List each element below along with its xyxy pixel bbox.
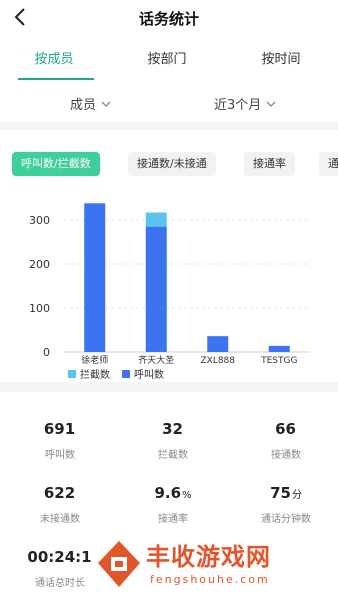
stat-unit: 分 <box>291 490 302 501</box>
chevron-down-icon <box>266 101 276 107</box>
watermark: 丰收游戏网 fengshouhe.com <box>92 533 338 600</box>
stat-value: 691 <box>43 420 76 438</box>
chip-more[interactable]: 通 <box>319 152 338 176</box>
bar-calls <box>84 203 106 352</box>
range-filter-label: 近3个月 <box>214 98 262 113</box>
stat-label: 通话分钟数 <box>261 514 311 525</box>
stat-call-minutes: 75分 通话分钟数 <box>231 484 338 525</box>
chart-card: 呼叫数/拦截数 接通数/未接通 接通率 通 0 100 200 300 徐老师 齐天大圣 Z… <box>0 130 338 382</box>
bar-calls <box>145 226 167 352</box>
bar-chart: 0 100 200 300 徐老师 齐天大圣 ZXL888 TESTGG 拦截数 呼叫数 <box>29 203 310 381</box>
watermark-logo <box>98 541 140 587</box>
tab-by-member[interactable]: 按成员 <box>9 48 99 67</box>
stat-value: 66 <box>275 420 296 438</box>
chip-calls-intercepts[interactable]: 呼叫数/拦截数 <box>12 152 100 176</box>
x-tick-label: TESTGG <box>260 356 297 366</box>
watermark-text: 丰收游戏网 <box>146 543 271 571</box>
stat-label: 未接通数 <box>40 514 80 525</box>
stat-value: 9.6 <box>154 484 182 502</box>
chip-answered-unanswered[interactable]: 接通数/未接通 <box>128 152 216 176</box>
range-filter[interactable]: 近3个月 <box>214 94 276 113</box>
legend-label: 拦截数 <box>80 368 110 381</box>
stat-answered: 66 接通数 <box>231 420 338 461</box>
stat-label: 拦截数 <box>158 450 188 461</box>
active-tab-indicator <box>18 78 94 80</box>
stat-answer-rate: 9.6% 接通率 <box>118 484 228 525</box>
legend-swatch-intercepts <box>68 370 76 378</box>
bar-intercepts <box>145 212 167 227</box>
x-tick-label: ZXL888 <box>200 356 235 366</box>
member-filter[interactable]: 成员 <box>70 94 111 113</box>
y-tick-label: 100 <box>29 302 50 315</box>
legend-label: 呼叫数 <box>134 368 164 381</box>
y-tick-label: 0 <box>43 346 50 359</box>
stat-value: 32 <box>162 420 183 438</box>
filter-bar: 成员 近3个月 <box>0 82 338 122</box>
bar-calls <box>207 336 229 352</box>
chip-answer-rate[interactable]: 接通率 <box>244 152 295 176</box>
stat-label: 接通数 <box>271 450 301 461</box>
x-tick-label: 徐老师 <box>81 354 108 366</box>
stat-intercepts: 32 拦截数 <box>118 420 228 461</box>
x-tick-label: 齐天大圣 <box>138 354 174 366</box>
tab-by-time[interactable]: 按时间 <box>236 48 326 67</box>
stat-label: 呼叫数 <box>45 450 75 461</box>
legend-swatch-calls <box>122 370 130 378</box>
y-tick-label: 300 <box>29 214 50 227</box>
member-filter-label: 成员 <box>70 98 97 113</box>
stat-value: 622 <box>43 484 76 502</box>
stat-value: 00:24:1 <box>27 548 92 566</box>
stat-unanswered: 622 未接通数 <box>5 484 115 525</box>
page-title: 话务统计 <box>138 10 199 28</box>
tab-bar: 按成员 按部门 按时间 <box>0 36 338 82</box>
chevron-down-icon <box>101 101 111 107</box>
tab-by-department[interactable]: 按部门 <box>122 48 212 67</box>
stat-unit: % <box>182 490 192 501</box>
y-tick-label: 200 <box>29 258 50 271</box>
bar-calls <box>268 345 290 352</box>
stat-value: 75 <box>270 484 291 502</box>
app-header: 话务统计 <box>0 0 338 36</box>
stat-calls: 691 呼叫数 <box>5 420 115 461</box>
watermark-url: fengshouhe.com <box>150 573 270 586</box>
stat-label: 接通率 <box>158 514 188 525</box>
